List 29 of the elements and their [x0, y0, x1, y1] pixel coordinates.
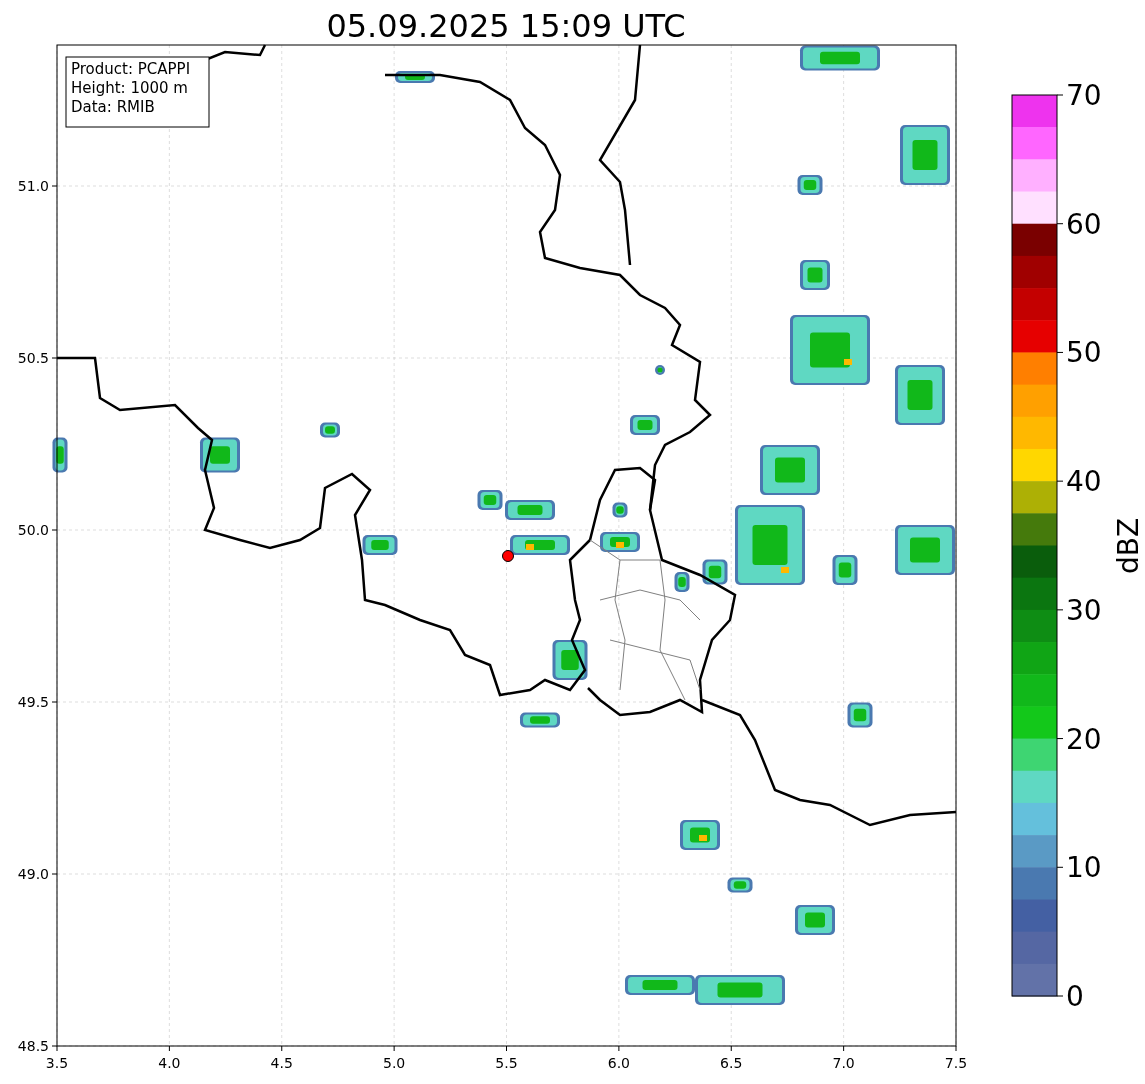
x-tick-label: 6.0 — [607, 1055, 630, 1071]
y-tick-label: 48.5 — [17, 1038, 49, 1054]
y-tick-label: 49.0 — [17, 866, 49, 882]
colorbar-tick-label: 30 — [1066, 593, 1102, 627]
colorbar-tick-label: 70 — [1066, 79, 1102, 112]
y-tick-label: 50.0 — [17, 522, 49, 538]
info-text: Product: PCAPPI — [71, 60, 191, 78]
radar-site-marker — [502, 550, 514, 562]
colorbar-tick-label: 50 — [1066, 336, 1102, 370]
x-tick-label: 5.0 — [383, 1055, 406, 1071]
x-tick-label: 6.5 — [720, 1055, 743, 1071]
colorbar-tick-label: 40 — [1066, 465, 1102, 499]
info-text: Height: 1000 m — [71, 79, 188, 97]
x-tick-label: 5.5 — [495, 1055, 518, 1071]
chart-title: 05.09.2025 15:09 UTC — [326, 7, 686, 45]
x-tick-label: 4.0 — [158, 1055, 181, 1071]
colorbar-tick-label: 20 — [1066, 722, 1102, 756]
x-tick-label: 3.5 — [45, 1055, 69, 1071]
colorbar-tick-label: 0 — [1066, 980, 1084, 1013]
x-tick-label: 7.5 — [944, 1055, 968, 1071]
y-tick-label: 51.0 — [17, 178, 49, 194]
info-text: Data: RMIB — [71, 98, 155, 116]
colorbar-tick-label: 60 — [1066, 207, 1102, 241]
colorbar-label: dBZ — [1112, 517, 1145, 575]
y-tick-label: 50.5 — [17, 350, 49, 366]
x-tick-label: 7.0 — [832, 1055, 855, 1071]
colorbar-tick-label: 10 — [1066, 851, 1102, 885]
x-tick-label: 4.5 — [270, 1055, 293, 1071]
y-tick-label: 49.5 — [17, 694, 49, 710]
